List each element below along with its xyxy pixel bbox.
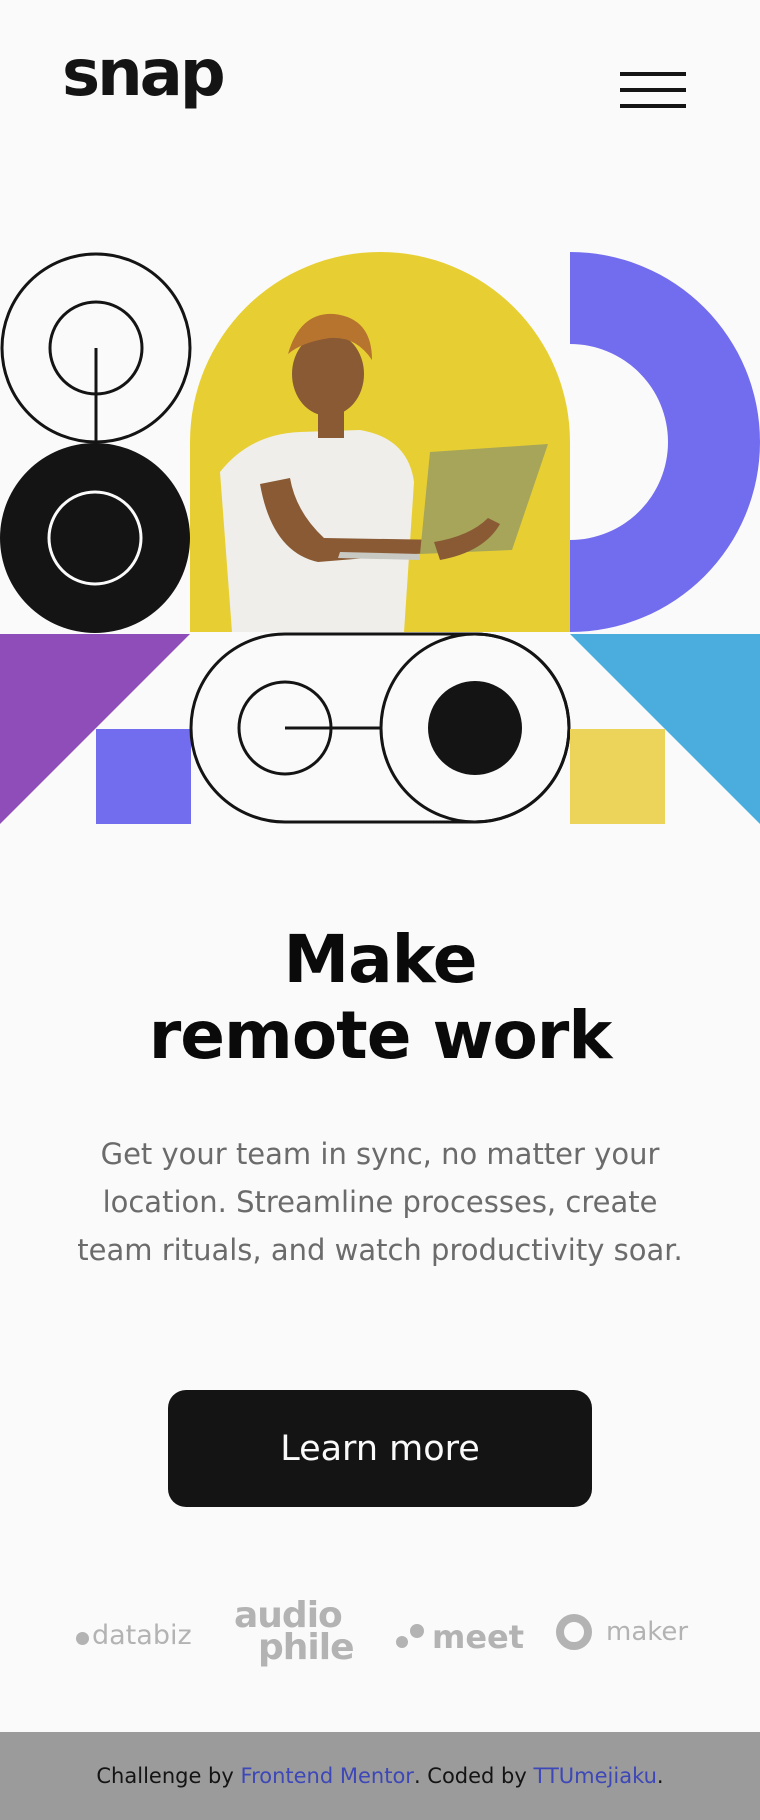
meet-dots-icon (396, 1622, 426, 1652)
attribution-footer: Challenge by Frontend Mentor. Coded by T… (0, 1732, 760, 1820)
page-title: Make remote work (0, 922, 760, 1074)
yellow-square-shape (570, 729, 665, 824)
maker-logo: maker (556, 1614, 688, 1650)
client-logos: databiz audio phile meet maker (0, 1590, 760, 1680)
frontend-mentor-link[interactable]: Frontend Mentor (241, 1764, 414, 1788)
databiz-dot-icon (76, 1632, 89, 1645)
menu-line (620, 72, 686, 76)
attribution-suffix: . (656, 1764, 664, 1788)
attribution-prefix: Challenge by (96, 1764, 234, 1788)
maker-wordmark: maker (606, 1617, 689, 1647)
headline-line: remote work (148, 997, 612, 1074)
hero-description: Get your team in sync, no matter your lo… (77, 1137, 683, 1267)
audiophile-wordmark-line: phile (258, 1627, 354, 1668)
hero-illustration (0, 252, 760, 824)
menu-line (620, 88, 686, 92)
headline-line: Make (283, 921, 477, 998)
black-disc-shape (0, 443, 190, 633)
maker-ring-icon (556, 1614, 592, 1650)
violet-square-shape (96, 729, 191, 824)
meet-logo: meet (396, 1618, 524, 1656)
outline-circle-shape (0, 252, 192, 444)
pill-toggle-shape (189, 632, 571, 824)
author-link[interactable]: TTUmejiaku (534, 1764, 657, 1788)
violet-half-ring-shape (570, 252, 760, 632)
audiophile-logo: audio phile (234, 1598, 354, 1668)
learn-more-button[interactable]: Learn more (168, 1390, 592, 1507)
attribution-middle: . Coded by (413, 1764, 527, 1788)
site-header: snap (0, 0, 760, 180)
databiz-logo: databiz (76, 1620, 192, 1651)
meet-wordmark: meet (432, 1618, 525, 1656)
databiz-wordmark: databiz (92, 1620, 192, 1651)
menu-line (620, 104, 686, 108)
hamburger-menu-icon[interactable] (620, 70, 686, 112)
snap-logo[interactable]: snap (62, 42, 226, 106)
hero-photo (190, 252, 570, 632)
